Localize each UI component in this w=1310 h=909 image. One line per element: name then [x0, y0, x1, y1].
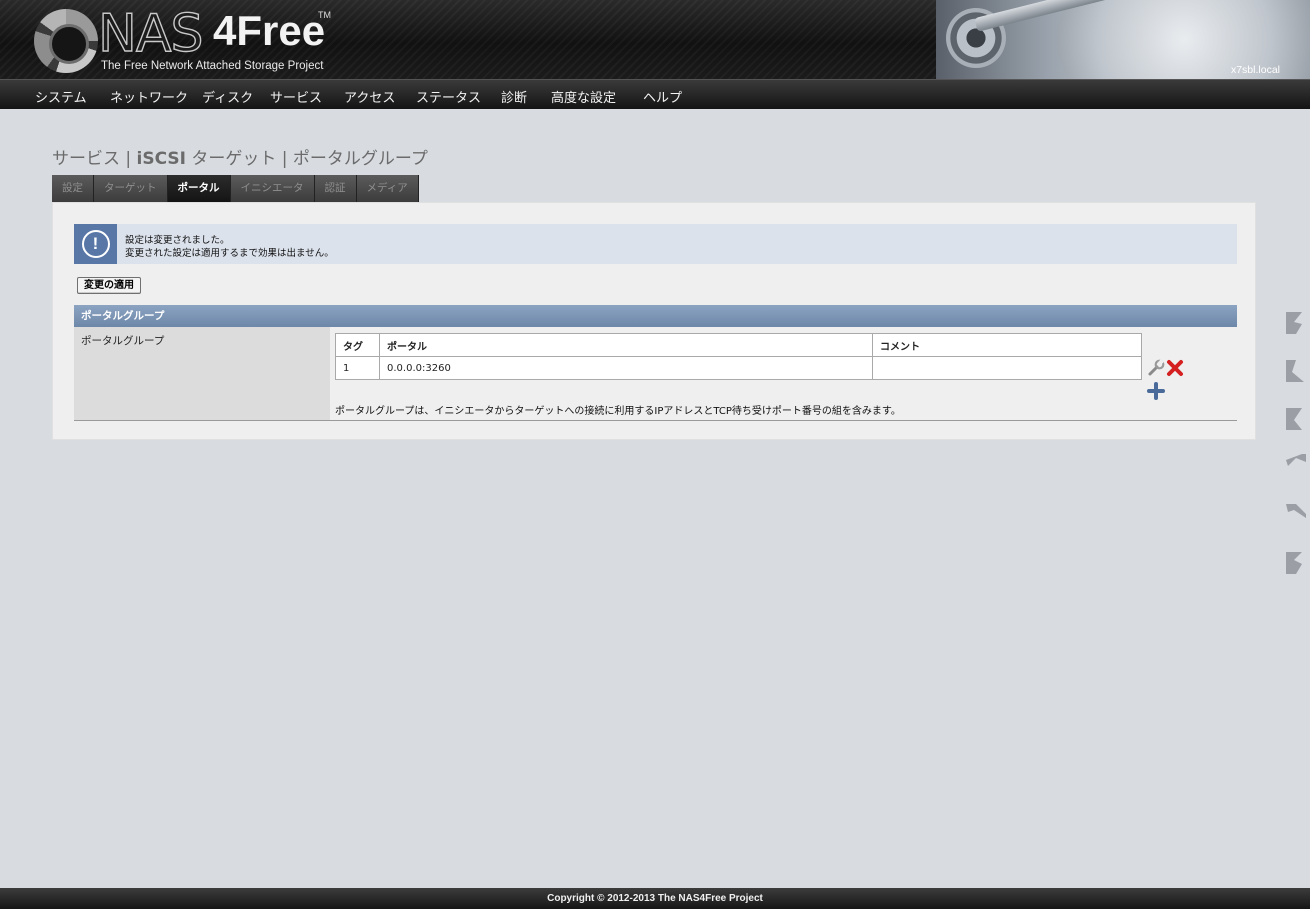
tab-initiators[interactable]: イニシエータ: [230, 175, 315, 202]
page-title-rest: ターゲット | ポータルグループ: [185, 149, 428, 169]
side-tab-icon[interactable]: [1282, 550, 1308, 576]
apply-changes-button[interactable]: 変更の適用: [77, 277, 141, 294]
nav-item-advanced[interactable]: 高度な設定: [551, 87, 616, 106]
table-header-row: タグ ポータル コメント: [335, 333, 1142, 357]
exclamation-icon: !: [81, 230, 110, 258]
footer-copyright: Copyright © 2012-2013 The NAS4Free Proje…: [0, 888, 1310, 909]
side-tab-icon[interactable]: [1282, 500, 1308, 526]
tab-settings[interactable]: 設定: [52, 175, 94, 202]
logo-trademark: TM: [318, 10, 331, 20]
nas4free-logo-icon: [34, 9, 98, 73]
delete-x-icon[interactable]: [1166, 359, 1184, 377]
nav-item-system[interactable]: システム: [35, 87, 87, 106]
table-row[interactable]: 1 0.0.0.0:3260: [335, 356, 1142, 380]
logo-nas-text: NAS: [97, 3, 204, 64]
tab-media[interactable]: メディア: [356, 175, 419, 202]
content-panel: ! 設定は変更されました。 変更された設定は適用するまで効果は出ません。 変更の…: [52, 202, 1256, 440]
cell-comment: [872, 356, 1142, 380]
main-nav: システム ネットワーク ディスク サービス アクセス ステータス 診断 高度な設…: [0, 79, 1310, 109]
cell-portal: 0.0.0.0:3260: [379, 356, 873, 380]
nav-item-access[interactable]: アクセス: [344, 87, 395, 106]
notice-icon-box: !: [74, 224, 117, 264]
portal-group-label: ポータルグループ: [74, 327, 330, 421]
portal-group-description: ポータルグループは、イニシエータからターゲットへの接続に利用するIPアドレスとT…: [335, 406, 901, 417]
notice-line-2: 変更された設定は適用するまで効果は出ません。: [125, 248, 334, 259]
page-title: サービス | iSCSI ターゲット | ポータルグループ: [52, 144, 428, 169]
column-header-comment: コメント: [872, 333, 1142, 357]
nav-item-diagnostics[interactable]: 診断: [501, 87, 527, 106]
nav-item-help[interactable]: ヘルプ: [643, 87, 682, 106]
header-banner: NAS 4Free TM The Free Network Attached S…: [0, 0, 1310, 79]
section-header: ポータルグループ: [74, 305, 1237, 327]
wrench-edit-icon[interactable]: [1147, 359, 1165, 377]
column-header-portal: ポータル: [379, 333, 873, 357]
side-tab-icon[interactable]: [1282, 358, 1308, 384]
notice-line-1: 設定は変更されました。: [125, 235, 230, 246]
column-header-tag: タグ: [335, 333, 380, 357]
tab-auth[interactable]: 認証: [314, 175, 357, 202]
logo-tagline: The Free Network Attached Storage Projec…: [101, 60, 324, 72]
logo-4free-text: 4Free: [213, 7, 326, 54]
cell-tag: 1: [335, 356, 380, 380]
nav-item-network[interactable]: ネットワーク: [110, 87, 188, 106]
tab-bar: 設定 ターゲット ポータル イニシエータ 認証 メディア: [52, 175, 419, 202]
side-tab-icon[interactable]: [1282, 406, 1308, 432]
nav-item-services[interactable]: サービス: [270, 87, 322, 106]
tab-portals[interactable]: ポータル: [167, 175, 231, 202]
page-title-services: サービス |: [52, 149, 137, 169]
nav-item-disks[interactable]: ディスク: [202, 87, 253, 106]
page-title-iscsi: iSCSI: [136, 149, 186, 169]
config-changed-notice: ! 設定は変更されました。 変更された設定は適用するまで効果は出ません。: [74, 224, 1237, 264]
tab-targets[interactable]: ターゲット: [94, 175, 168, 202]
hostname-label: x7sbl.local: [1230, 64, 1280, 76]
portal-group-table: タグ ポータル コメント 1 0.0.0.0:3260: [335, 333, 1142, 380]
nav-item-status[interactable]: ステータス: [416, 87, 481, 106]
section-divider: [74, 420, 1237, 421]
side-tab-icon[interactable]: [1282, 452, 1308, 478]
add-plus-icon[interactable]: [1147, 382, 1165, 400]
side-tab-icon[interactable]: [1282, 310, 1308, 336]
